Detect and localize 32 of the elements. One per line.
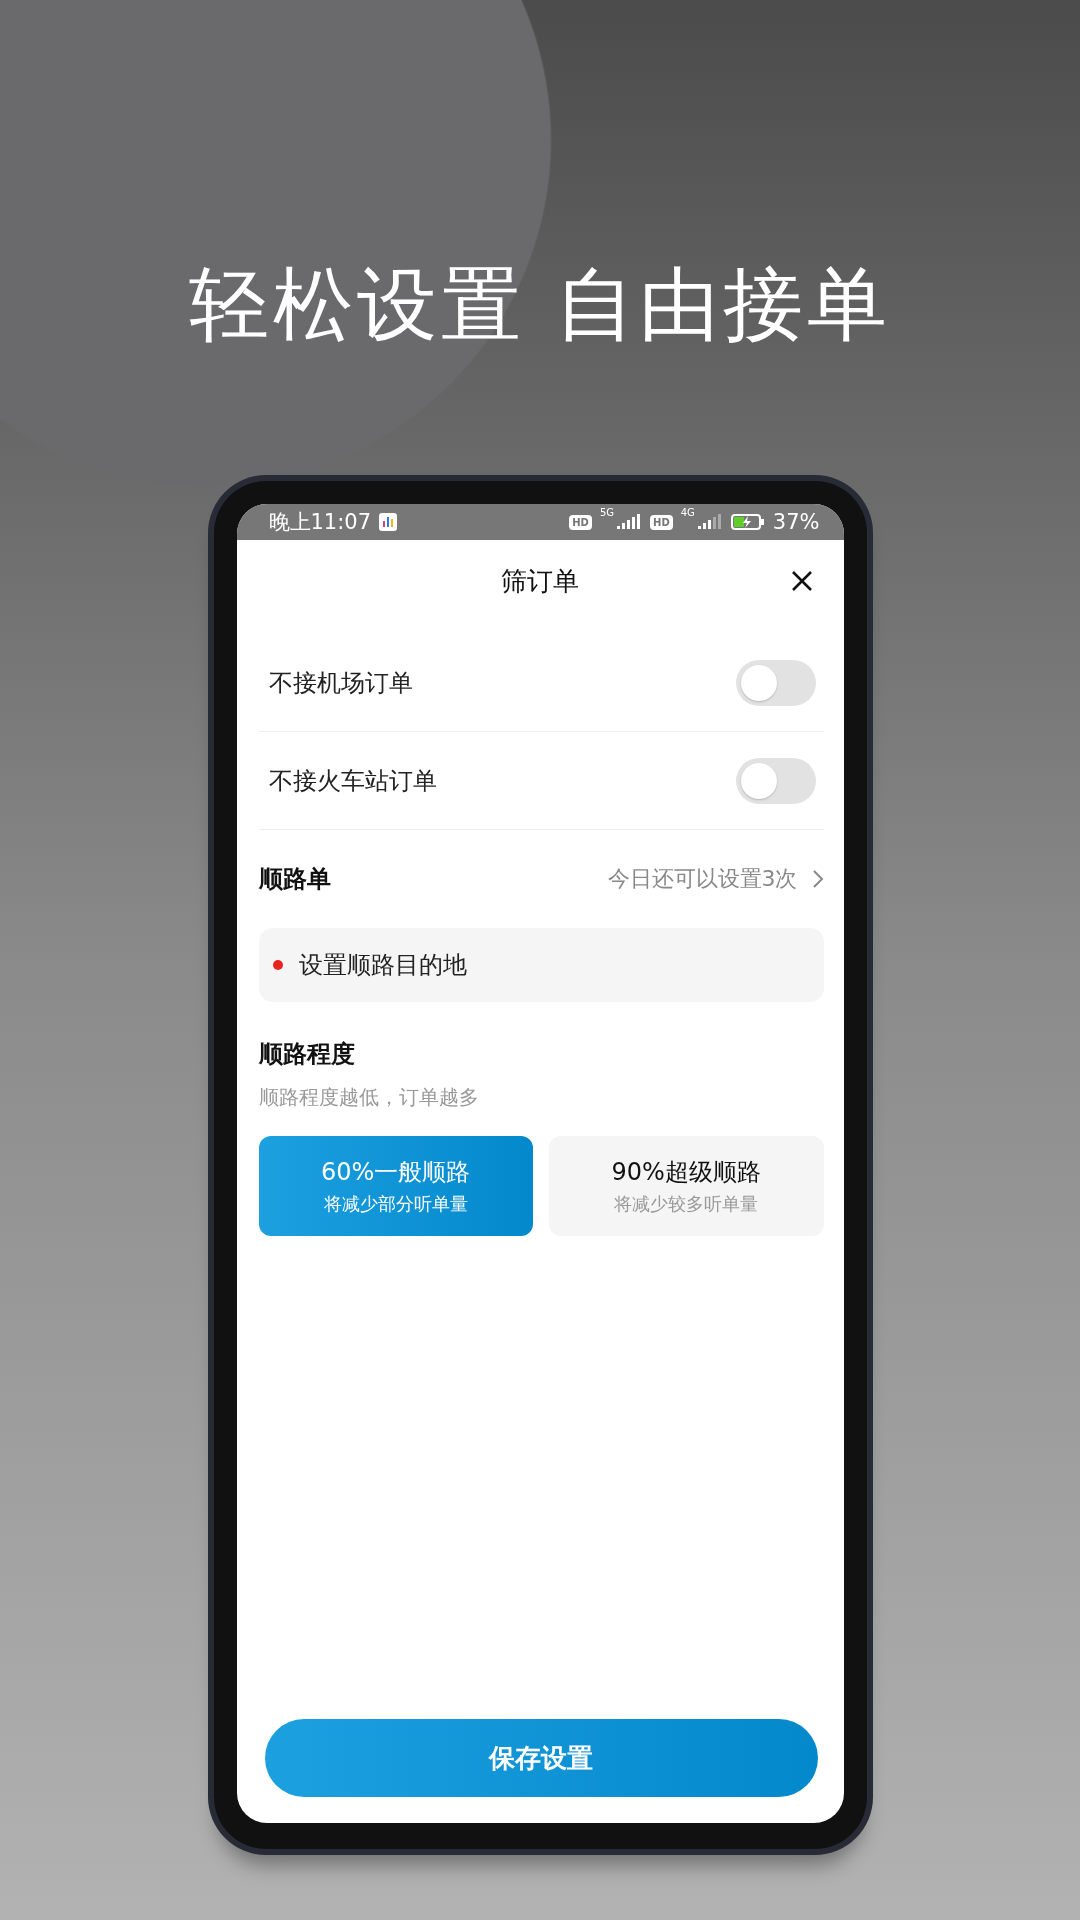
status-dot (272, 960, 283, 970)
hd-badge: HD (650, 514, 673, 530)
remaining-count-link[interactable]: 今日还可以设置3次 (607, 864, 824, 894)
filter-label: 不接火车站订单 (268, 765, 437, 797)
chart-app-icon (379, 513, 398, 531)
toggle-switch[interactable] (735, 659, 816, 706)
option-title: 90%超级顺路 (611, 1157, 761, 1188)
toggle-switch[interactable] (735, 757, 816, 804)
signal-icon (616, 513, 642, 531)
save-button[interactable]: 保存设置 (264, 1719, 818, 1797)
close-icon[interactable] (789, 569, 814, 593)
chevron-icon (811, 869, 824, 889)
section-subtitle: 顺路程度越低，订单越多 (258, 1084, 480, 1111)
destination-label: 设置顺路目的地 (298, 950, 467, 981)
section-title: 顺路程度 (258, 1039, 356, 1070)
battery-icon (730, 513, 765, 531)
network-label: 5G (599, 507, 614, 518)
headline: 轻松设置 自由接单 (189, 257, 891, 353)
option-note: 将减少较多听单量 (614, 1192, 759, 1216)
battery-level: 37% (772, 510, 820, 534)
filter-label: 不接机场订单 (268, 667, 413, 699)
signal-icon (696, 513, 723, 531)
destination-field[interactable]: 设置顺路目的地 (258, 928, 824, 1002)
section-title: 顺路单 (258, 864, 331, 895)
status-time: 晚上11:07 (268, 509, 372, 536)
network-label: 4G (680, 507, 695, 518)
option-card[interactable]: 90%超级顺路 将减少较多听单量 (549, 1136, 824, 1236)
hd-badge: HD (569, 514, 592, 530)
option-note: 将减少部分听单量 (323, 1192, 468, 1216)
sheet-title: 筛订单 (501, 564, 579, 598)
option-card[interactable]: 60%一般顺路 将减少部分听单量 (258, 1136, 533, 1236)
option-title: 60%一般顺路 (321, 1157, 471, 1188)
